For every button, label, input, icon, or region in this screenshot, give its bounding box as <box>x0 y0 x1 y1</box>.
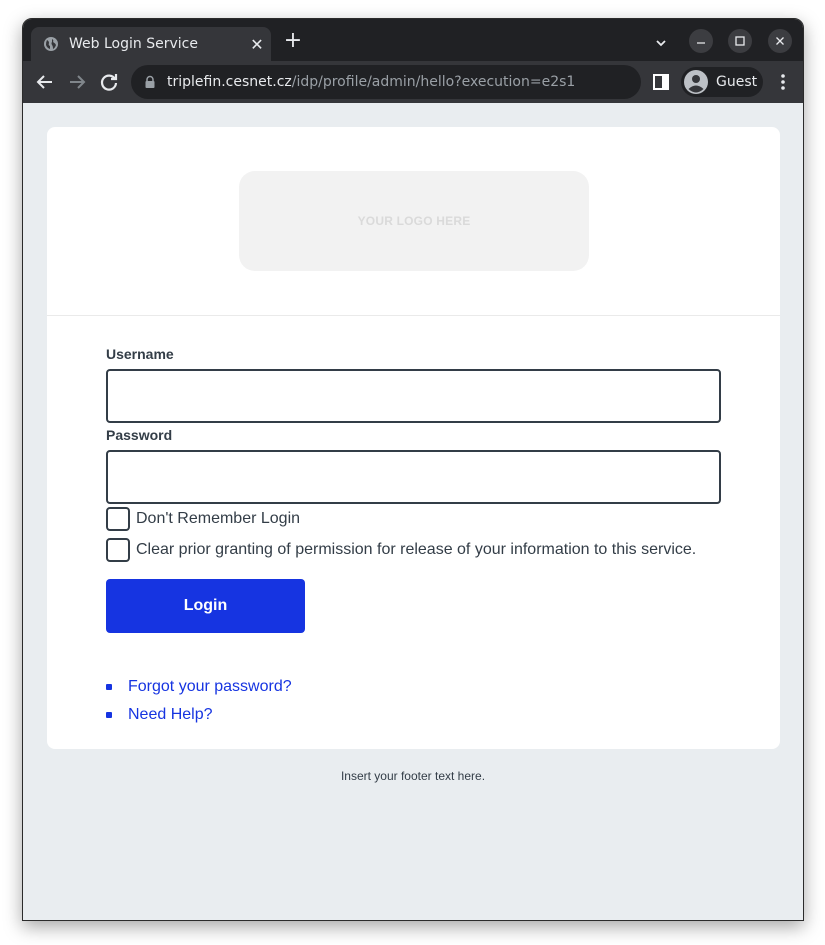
password-input[interactable] <box>106 450 721 504</box>
page-footer: Insert your footer text here. <box>340 769 486 783</box>
title-bar: Web Login Service ✕ + <box>23 19 803 61</box>
help-links: Forgot your password? Need Help? <box>106 673 721 729</box>
minimize-icon <box>697 42 705 44</box>
person-icon <box>684 70 708 94</box>
dont-remember-login-label[interactable]: Don't Remember Login <box>136 510 300 528</box>
login-button[interactable]: Login <box>106 579 305 633</box>
tab-close-icon[interactable]: ✕ <box>243 35 271 54</box>
list-item: Forgot your password? <box>106 673 721 701</box>
bullet-icon <box>106 712 112 718</box>
login-form: Username Password Don't Remember Login C… <box>106 345 721 729</box>
username-input[interactable] <box>106 369 721 423</box>
reload-icon[interactable] <box>97 70 121 94</box>
url-path: /idp/profile/admin/hello?execution=e2s1 <box>291 74 576 90</box>
profile-button[interactable]: Guest <box>681 67 763 97</box>
maximize-button[interactable] <box>728 29 752 53</box>
url-text[interactable]: triplefin.cesnet.cz/idp/profile/admin/he… <box>167 74 575 90</box>
username-label: Username <box>106 346 174 362</box>
login-card: YOUR LOGO HERE Username Password Don't R… <box>47 127 780 749</box>
tab-search-chevron-icon[interactable] <box>651 33 671 53</box>
close-window-button[interactable] <box>768 29 792 53</box>
dont-remember-login-row: Don't Remember Login <box>106 507 721 531</box>
globe-icon <box>44 37 58 51</box>
need-help-link[interactable]: Need Help? <box>128 706 213 724</box>
tab-title: Web Login Service <box>69 36 198 52</box>
kebab-menu-icon[interactable] <box>773 70 793 94</box>
forgot-password-link[interactable]: Forgot your password? <box>128 678 292 696</box>
back-arrow-icon[interactable] <box>33 70 57 94</box>
maximize-icon <box>735 36 745 46</box>
minimize-button[interactable] <box>689 29 713 53</box>
side-panel-icon[interactable] <box>653 74 669 90</box>
clear-consent-row: Clear prior granting of permission for r… <box>106 538 721 562</box>
lock-icon[interactable] <box>143 75 157 89</box>
new-tab-button[interactable]: + <box>281 29 305 53</box>
logo-text: YOUR LOGO HERE <box>357 214 471 228</box>
tab-web-login-service[interactable]: Web Login Service ✕ <box>31 27 271 61</box>
logo-placeholder: YOUR LOGO HERE <box>239 171 589 271</box>
forward-arrow-icon[interactable] <box>65 70 89 94</box>
address-bar[interactable]: triplefin.cesnet.cz/idp/profile/admin/he… <box>131 65 641 99</box>
header-divider <box>47 315 780 316</box>
close-icon <box>776 37 784 45</box>
page-viewport: YOUR LOGO HERE Username Password Don't R… <box>23 103 803 920</box>
browser-window: Web Login Service ✕ + triplefin.cesnet.c… <box>22 18 804 921</box>
browser-toolbar: triplefin.cesnet.cz/idp/profile/admin/he… <box>23 61 803 103</box>
list-item: Need Help? <box>106 701 721 729</box>
clear-consent-label[interactable]: Clear prior granting of permission for r… <box>136 541 696 559</box>
bullet-icon <box>106 684 112 690</box>
profile-label: Guest <box>716 74 758 90</box>
password-label: Password <box>106 427 173 443</box>
clear-consent-checkbox[interactable] <box>106 538 130 562</box>
dont-remember-login-checkbox[interactable] <box>106 507 130 531</box>
url-host: triplefin.cesnet.cz <box>167 74 292 90</box>
